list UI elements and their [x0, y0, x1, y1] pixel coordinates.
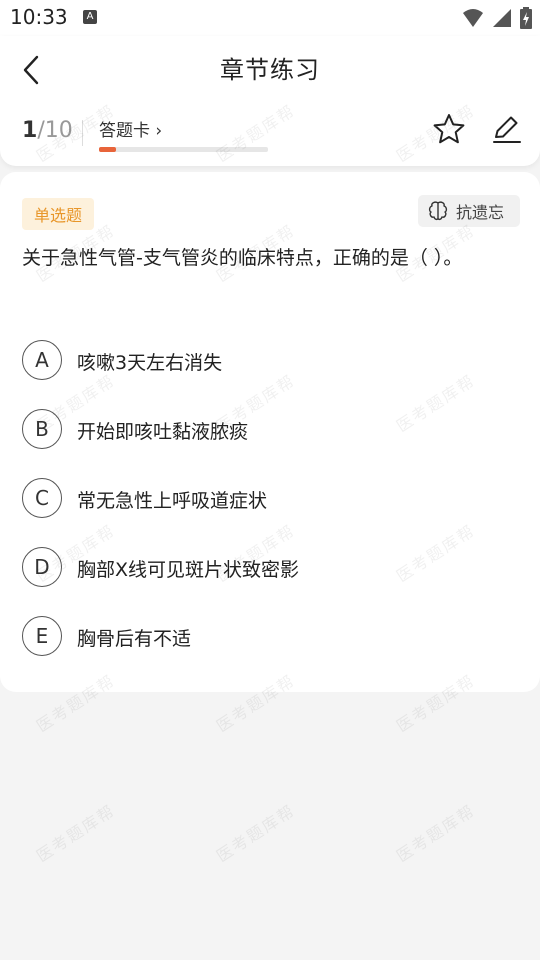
battery-icon: [520, 7, 532, 29]
current-question-number: 1: [22, 118, 38, 143]
total-questions: /10: [37, 118, 73, 143]
favorite-button[interactable]: [432, 112, 466, 146]
question-card: 单选题 抗遗忘 关于急性气管-支气管炎的临床特点，正确的是（ ）。 A 咳嗽3天…: [0, 172, 540, 692]
anti-forgetting-button[interactable]: 抗遗忘: [418, 195, 520, 227]
option-letter: D: [22, 547, 62, 587]
watermark: 医考题库帮: [32, 800, 119, 866]
answer-card-link[interactable]: 答题卡 ›: [99, 116, 162, 141]
option-letter: B: [22, 409, 62, 449]
question-type-badge: 单选题: [22, 198, 95, 230]
option-d[interactable]: D 胸部X线可见斑片状致密影: [22, 547, 512, 589]
question-counter: 1/10: [22, 118, 73, 143]
option-letter: C: [22, 478, 62, 518]
option-c[interactable]: C 常无急性上呼吸道症状: [22, 478, 512, 520]
chevron-right-icon: ›: [155, 121, 163, 141]
option-text: 胸骨后有不适: [77, 628, 192, 650]
page-title: 章节练习: [220, 56, 320, 84]
progress-row: 1/10 答题卡 ›: [0, 114, 540, 166]
progress-bar-fill: [99, 147, 116, 152]
option-b[interactable]: B 开始即咳吐黏液脓痰: [22, 409, 512, 451]
watermark: 医考题库帮: [392, 800, 479, 866]
option-text: 咳嗽3天左右消失: [77, 352, 223, 374]
note-button[interactable]: [490, 112, 524, 146]
pencil-icon: [493, 116, 521, 143]
anti-forgetting-label: 抗遗忘: [456, 203, 505, 222]
option-text: 胸部X线可见斑片状致密影: [77, 559, 300, 581]
option-letter: A: [22, 340, 62, 380]
signal-icon: [493, 9, 511, 27]
star-icon: [433, 114, 465, 144]
option-e[interactable]: E 胸骨后有不适: [22, 616, 512, 658]
status-icons: [462, 7, 532, 29]
option-a[interactable]: A 咳嗽3天左右消失: [22, 340, 512, 382]
status-time: 10:33: [10, 5, 68, 29]
option-letter: E: [22, 616, 62, 656]
option-text: 开始即咳吐黏液脓痰: [77, 421, 249, 443]
progress-bar: [99, 147, 268, 152]
header: 章节练习 1/10 答题卡 ›: [0, 36, 540, 166]
question-text: 关于急性气管-支气管炎的临床特点，正确的是（ ）。: [22, 247, 463, 269]
brain-icon: [428, 201, 448, 221]
notification-icon: A: [83, 10, 97, 24]
status-bar: 10:33 A: [0, 0, 540, 36]
option-text: 常无急性上呼吸道症状: [77, 490, 268, 512]
divider: [82, 120, 83, 146]
wifi-icon: [463, 9, 483, 27]
watermark: 医考题库帮: [212, 800, 299, 866]
answer-card-label: 答题卡: [99, 121, 150, 141]
